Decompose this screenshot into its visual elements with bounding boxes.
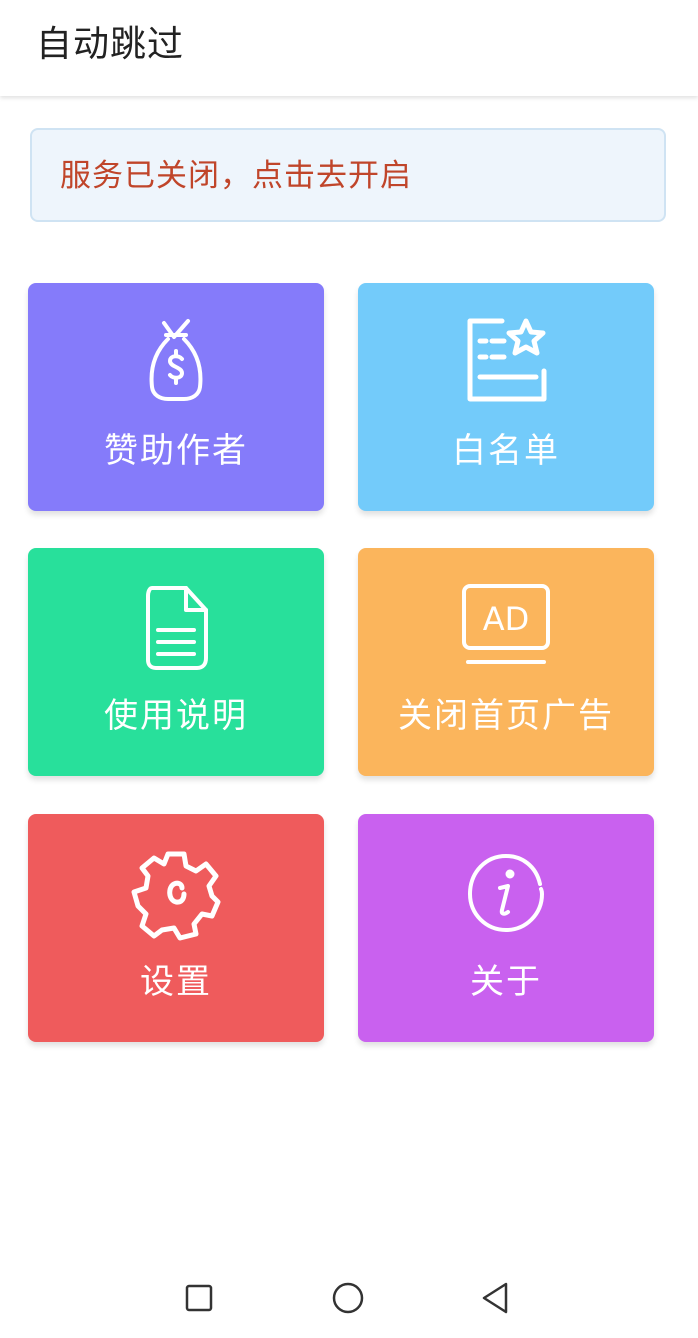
- home-icon[interactable]: [328, 1278, 368, 1318]
- app-title: 自动跳过: [36, 24, 185, 65]
- about-tile[interactable]: 关于: [358, 814, 654, 1042]
- back-icon[interactable]: [476, 1278, 516, 1318]
- document-icon: [126, 578, 226, 678]
- money-bag-icon: [126, 313, 226, 413]
- instructions-tile[interactable]: 使用说明: [28, 548, 324, 776]
- info-icon: [456, 844, 556, 944]
- app-bar: 自动跳过: [0, 0, 698, 96]
- ad-icon-text: AD: [483, 600, 530, 638]
- whitelist-tile[interactable]: 白名单: [358, 283, 654, 511]
- system-nav-bar: [0, 1258, 698, 1338]
- settings-tile[interactable]: 设置: [28, 814, 324, 1042]
- gear-icon: [126, 844, 226, 944]
- close-home-ads-label: 关闭首页广告: [398, 696, 614, 736]
- whitelist-label: 白名单: [452, 431, 560, 471]
- recent-apps-icon[interactable]: [179, 1278, 219, 1318]
- screen: 自动跳过 服务已关闭，点击去开启 赞助作者 白名单 使用说明 AD 关闭首页广告…: [0, 0, 698, 1338]
- whitelist-star-icon: [456, 313, 556, 413]
- sponsor-author-tile[interactable]: 赞助作者: [28, 283, 324, 511]
- service-status-banner[interactable]: 服务已关闭，点击去开启: [30, 128, 666, 222]
- instructions-label: 使用说明: [104, 696, 248, 736]
- service-status-text: 服务已关闭，点击去开启: [60, 158, 412, 194]
- ad-icon: AD: [456, 578, 556, 678]
- settings-label: 设置: [140, 962, 212, 1002]
- sponsor-author-label: 赞助作者: [104, 431, 248, 471]
- close-home-ads-tile[interactable]: AD 关闭首页广告: [358, 548, 654, 776]
- about-label: 关于: [470, 962, 542, 1002]
